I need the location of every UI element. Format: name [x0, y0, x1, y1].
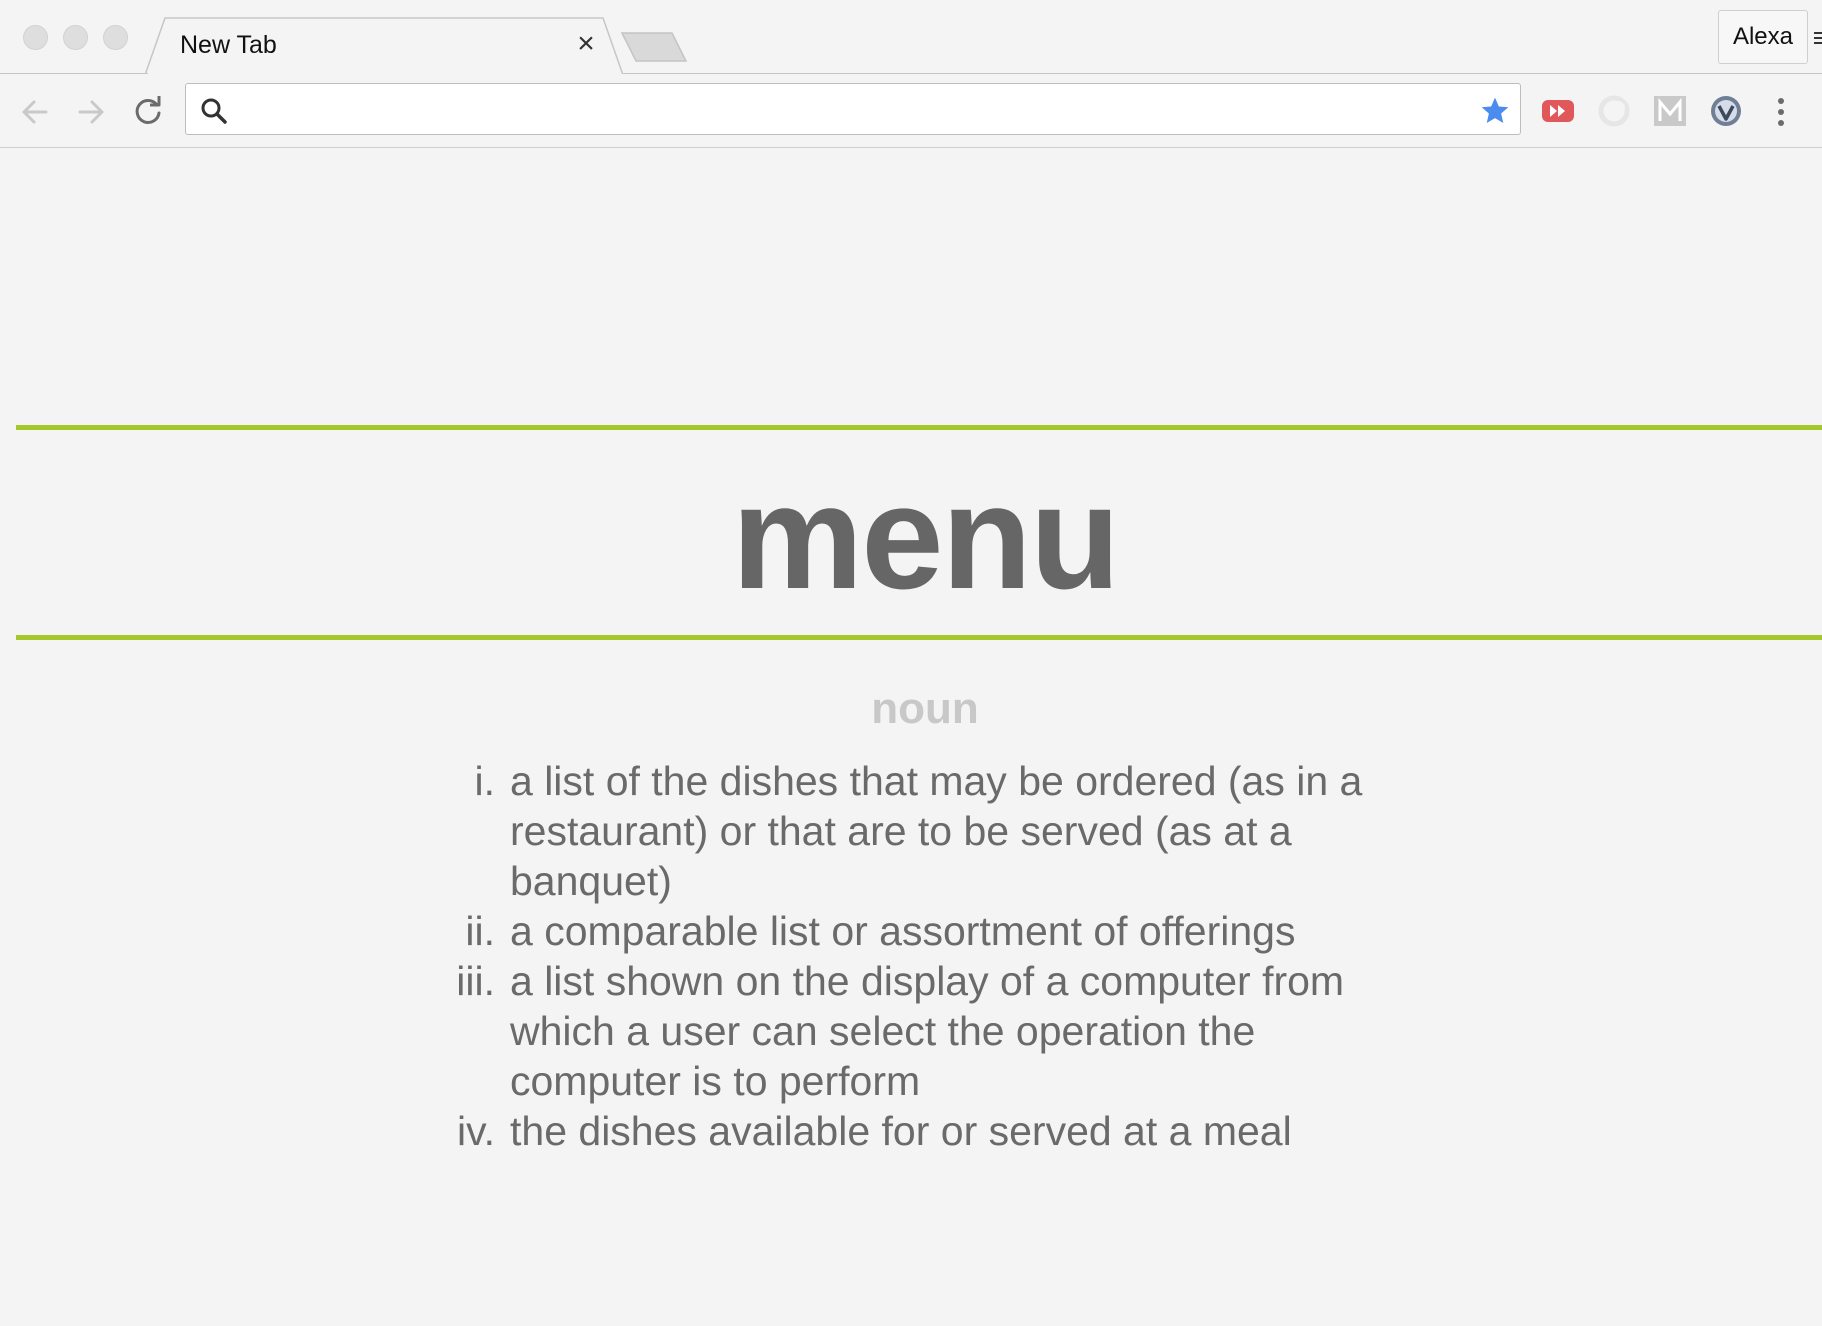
definition-item: iii. a list shown on the display of a co… — [440, 956, 1420, 1106]
ghost-circle-extension-icon[interactable] — [1597, 94, 1631, 128]
tab-title: New Tab — [180, 31, 277, 59]
divider — [622, 73, 1822, 74]
definition-marker: iv. — [457, 1108, 495, 1154]
definition-text: the dishes available for or served at a … — [510, 1108, 1292, 1154]
v-shield-extension-icon[interactable] — [1709, 94, 1743, 128]
top-accent-rule — [16, 425, 1822, 430]
definition-text: a list of the dishes that may be ordered… — [510, 758, 1363, 904]
definition-marker: iii. — [456, 958, 495, 1004]
definition-item: i. a list of the dishes that may be orde… — [440, 756, 1420, 906]
definition-text: a comparable list or assortment of offer… — [510, 908, 1296, 954]
m-extension-icon[interactable] — [1654, 94, 1686, 128]
arrow-left-icon[interactable] — [18, 95, 52, 129]
definition-list: i. a list of the dishes that may be orde… — [440, 756, 1420, 1156]
page-content: menu noun i. a list of the dishes that m… — [0, 148, 1822, 1326]
definition-marker: i. — [474, 758, 496, 804]
tab-strip: New Tab × Alexa — [0, 0, 1822, 75]
search-icon — [201, 98, 227, 124]
omnibox[interactable] — [185, 83, 1521, 135]
fast-forward-extension-icon[interactable] — [1541, 96, 1575, 126]
part-of-speech: noun — [871, 684, 979, 733]
definition-item: iv. the dishes available for or served a… — [440, 1106, 1420, 1156]
address-input[interactable] — [236, 92, 1460, 128]
browser-window: New Tab × Alexa menu noun i. a list of t… — [0, 0, 1822, 1326]
new-tab-button[interactable] — [620, 30, 688, 64]
edge-icon — [1812, 28, 1822, 48]
close-icon[interactable]: × — [571, 29, 601, 59]
star-icon[interactable] — [1479, 95, 1511, 127]
maximize-window-button[interactable] — [103, 25, 128, 50]
arrow-right-icon[interactable] — [74, 95, 108, 129]
minimize-window-button[interactable] — [63, 25, 88, 50]
definition-marker: ii. — [465, 908, 495, 954]
definition-text: a list shown on the display of a compute… — [510, 958, 1345, 1104]
browser-toolbar — [0, 73, 1822, 148]
page-title: menu — [731, 455, 1121, 620]
bottom-accent-rule — [16, 635, 1822, 640]
reload-icon[interactable] — [130, 94, 166, 130]
divider — [0, 73, 148, 74]
close-window-button[interactable] — [23, 25, 48, 50]
three-dots-vertical-icon[interactable] — [1773, 94, 1789, 130]
definition-item: ii. a comparable list or assortment of o… — [440, 906, 1420, 956]
tab-new-tab[interactable]: New Tab × — [145, 17, 625, 75]
profile-button[interactable]: Alexa — [1718, 10, 1808, 64]
